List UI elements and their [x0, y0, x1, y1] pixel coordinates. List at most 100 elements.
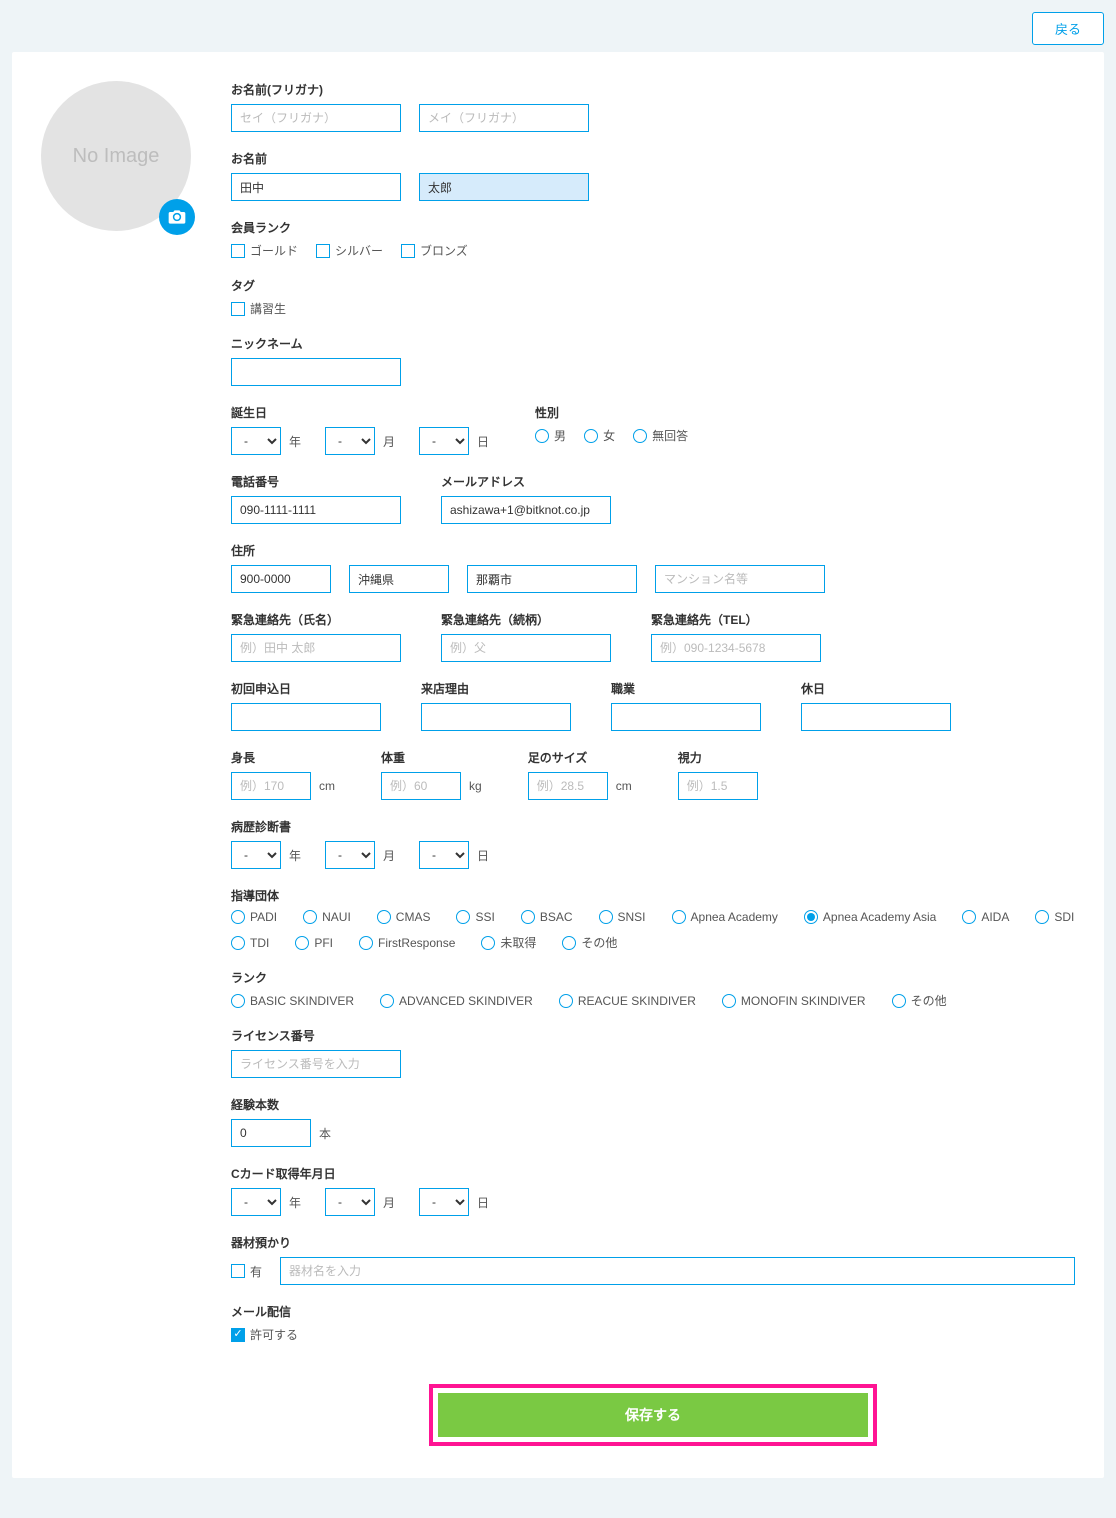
group-license: ライセンス番号 [231, 1027, 1075, 1078]
level-radio-text: BASIC SKINDIVER [250, 994, 354, 1008]
holiday-input[interactable] [801, 703, 951, 731]
furigana-sei-input[interactable] [231, 104, 401, 132]
checkbox-icon [231, 302, 245, 316]
radio-icon [962, 910, 976, 924]
weight-input[interactable] [381, 772, 461, 800]
org-radio-4[interactable]: BSAC [521, 910, 573, 924]
nickname-label: ニックネーム [231, 335, 1075, 352]
group-equip: 器材預かり 有 [231, 1234, 1075, 1285]
save-button[interactable]: 保存する [438, 1393, 868, 1437]
emerg-rel-input[interactable] [441, 634, 611, 662]
phone-label: 電話番号 [231, 473, 401, 490]
address-bldg-input[interactable] [655, 565, 825, 593]
eye-input[interactable] [678, 772, 758, 800]
equip-has-checkbox[interactable]: 有 [231, 1263, 262, 1280]
org-radio-0[interactable]: PADI [231, 910, 277, 924]
email-input[interactable] [441, 496, 611, 524]
org-radio-11[interactable]: PFI [295, 934, 333, 951]
org-radio-text: Apnea Academy Asia [823, 910, 936, 924]
org-radio-8[interactable]: AIDA [962, 910, 1009, 924]
org-radio-7[interactable]: Apnea Academy Asia [804, 910, 936, 924]
level-radio-1[interactable]: ADVANCED SKINDIVER [380, 992, 533, 1009]
rank-gold-checkbox[interactable]: ゴールド [231, 242, 298, 259]
rank-silver-checkbox[interactable]: シルバー [316, 242, 383, 259]
radio-icon [535, 429, 549, 443]
emerg-name-input[interactable] [231, 634, 401, 662]
org-radio-5[interactable]: SNSI [599, 910, 646, 924]
weight-label: 体重 [381, 749, 488, 766]
org-radio-text: Apnea Academy [691, 910, 778, 924]
birth-year-select[interactable]: - [231, 427, 281, 455]
group-name: お名前 [231, 150, 1075, 201]
reason-input[interactable] [421, 703, 571, 731]
license-input[interactable] [231, 1050, 401, 1078]
rank-silver-text: シルバー [335, 242, 383, 259]
ccard-month-unit: 月 [383, 1194, 395, 1211]
camera-icon [167, 207, 187, 227]
org-radio-10[interactable]: TDI [231, 934, 269, 951]
job-label: 職業 [611, 680, 761, 697]
rank-gold-text: ゴールド [250, 242, 298, 259]
org-radio-9[interactable]: SDI [1035, 910, 1074, 924]
equip-check-text: 有 [250, 1263, 262, 1280]
job-input[interactable] [611, 703, 761, 731]
form-card: No Image お名前(フリガナ) お名前 [12, 52, 1104, 1478]
ccard-month-select[interactable]: - [325, 1188, 375, 1216]
furigana-mei-input[interactable] [419, 104, 589, 132]
tag-trainee-checkbox[interactable]: 講習生 [231, 300, 286, 317]
org-radio-12[interactable]: FirstResponse [359, 934, 455, 951]
level-radio-2[interactable]: REACUE SKINDIVER [559, 992, 696, 1009]
radio-icon [584, 429, 598, 443]
level-radio-4[interactable]: その他 [892, 992, 947, 1009]
gender-female-radio[interactable]: 女 [584, 427, 615, 444]
height-input[interactable] [231, 772, 311, 800]
mail-allow-checkbox[interactable]: 許可する [231, 1326, 298, 1343]
group-mail: メール配信 許可する [231, 1303, 1075, 1343]
emerg-tel-input[interactable] [651, 634, 821, 662]
org-radio-14[interactable]: その他 [562, 934, 617, 951]
name-label: お名前 [231, 150, 1075, 167]
rank-bronze-checkbox[interactable]: ブロンズ [401, 242, 468, 259]
nickname-input[interactable] [231, 358, 401, 386]
address-city-input[interactable] [467, 565, 637, 593]
birth-label: 誕生日 [231, 404, 495, 421]
group-medical: 病歴診断書 -年 -月 -日 [231, 818, 1075, 869]
address-pref-input[interactable] [349, 565, 449, 593]
radio-icon [380, 994, 394, 1008]
first-input[interactable] [231, 703, 381, 731]
equip-name-input[interactable] [280, 1257, 1075, 1285]
org-radio-6[interactable]: Apnea Academy [672, 910, 778, 924]
level-radio-3[interactable]: MONOFIN SKINDIVER [722, 992, 866, 1009]
gender-male-radio[interactable]: 男 [535, 427, 566, 444]
group-rank: 会員ランク ゴールド シルバー ブロンズ [231, 219, 1075, 259]
ccard-day-select[interactable]: - [419, 1188, 469, 1216]
name-sei-input[interactable] [231, 173, 401, 201]
gender-na-radio[interactable]: 無回答 [633, 427, 688, 444]
medical-year-select[interactable]: - [231, 841, 281, 869]
ccard-year-select[interactable]: - [231, 1188, 281, 1216]
org-radio-3[interactable]: SSI [456, 910, 494, 924]
group-ccard: Cカード取得年月日 -年 -月 -日 [231, 1165, 1075, 1216]
foot-input[interactable] [528, 772, 608, 800]
radio-icon [295, 936, 309, 950]
medical-month-select[interactable]: - [325, 841, 375, 869]
group-first-etc: 初回申込日 来店理由 職業 休日 [231, 680, 1075, 731]
level-radio-text: ADVANCED SKINDIVER [399, 994, 533, 1008]
ccard-label: Cカード取得年月日 [231, 1165, 1075, 1182]
org-radio-text: SNSI [618, 910, 646, 924]
birth-year-unit: 年 [289, 433, 301, 450]
birth-month-select[interactable]: - [325, 427, 375, 455]
birth-day-select[interactable]: - [419, 427, 469, 455]
medical-day-select[interactable]: - [419, 841, 469, 869]
back-button[interactable]: 戻る [1032, 12, 1104, 45]
address-zip-input[interactable] [231, 565, 331, 593]
org-radio-13[interactable]: 未取得 [481, 934, 536, 951]
avatar-upload-button[interactable] [159, 199, 195, 235]
org-radio-1[interactable]: NAUI [303, 910, 351, 924]
group-tag: タグ 講習生 [231, 277, 1075, 317]
exp-input[interactable] [231, 1119, 311, 1147]
name-mei-input[interactable] [419, 173, 589, 201]
phone-input[interactable] [231, 496, 401, 524]
level-radio-0[interactable]: BASIC SKINDIVER [231, 992, 354, 1009]
org-radio-2[interactable]: CMAS [377, 910, 431, 924]
